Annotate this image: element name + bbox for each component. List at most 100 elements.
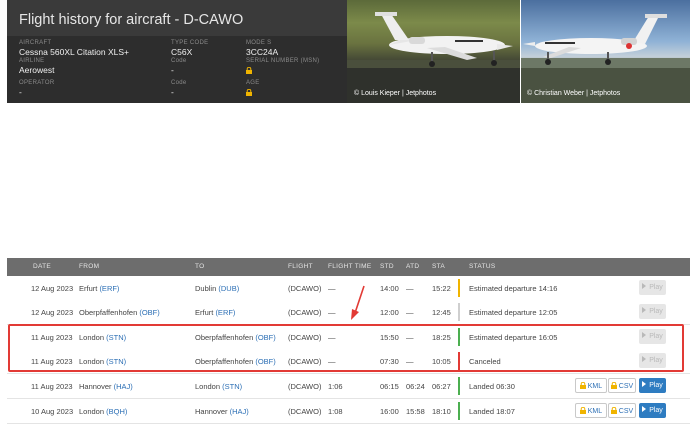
from-city: Hannover bbox=[79, 382, 112, 391]
row-date: 12 Aug 2023 bbox=[31, 284, 74, 293]
jet-illustration-1 bbox=[347, 12, 520, 103]
to-airport-link[interactable]: (HAJ) bbox=[230, 407, 249, 416]
play-button-disabled: Play bbox=[639, 280, 666, 295]
serial-label: SERIAL NUMBER (MSN) bbox=[246, 58, 320, 64]
col-flight-time[interactable]: FLIGHT TIME bbox=[328, 263, 372, 270]
age-lock[interactable] bbox=[246, 87, 260, 98]
to-city: Dublin bbox=[195, 284, 217, 293]
operator-cell: OPERATOR - bbox=[19, 80, 55, 98]
play-icon bbox=[642, 381, 647, 387]
operator-code-label: Code bbox=[171, 80, 187, 86]
csv-button[interactable]: CSV bbox=[608, 378, 636, 393]
row-flight: (DCAWO) bbox=[288, 284, 322, 293]
flight-row[interactable]: 10 Aug 2023 London (BQH) Hannover (HAJ) (DC… bbox=[7, 399, 690, 424]
row-from: London (BQH) bbox=[79, 407, 127, 416]
row-std: 06:15 bbox=[380, 382, 399, 391]
play-label: Play bbox=[649, 382, 663, 389]
flight-table-header: DATE FROM TO FLIGHT FLIGHT TIME STD ATD … bbox=[7, 258, 690, 276]
col-sta[interactable]: STA bbox=[432, 263, 445, 270]
play-button-disabled: Play bbox=[639, 304, 666, 319]
row-atd: — bbox=[406, 284, 414, 293]
col-to[interactable]: TO bbox=[195, 263, 205, 270]
play-button[interactable]: Play bbox=[639, 378, 666, 393]
col-std[interactable]: STD bbox=[380, 263, 394, 270]
age-cell: AGE bbox=[246, 80, 260, 98]
col-date[interactable]: DATE bbox=[33, 263, 51, 270]
row-to: Erfurt (ERF) bbox=[195, 308, 235, 317]
csv-label: CSV bbox=[618, 408, 634, 415]
photo-credit-2[interactable]: © Christian Weber | Jetphotos bbox=[527, 90, 620, 97]
row-std: 12:00 bbox=[380, 308, 399, 317]
lock-icon bbox=[610, 407, 617, 414]
col-flight[interactable]: FLIGHT bbox=[288, 263, 313, 270]
to-city: London bbox=[195, 382, 221, 391]
airline-code-value: - bbox=[171, 65, 174, 75]
page-title: Flight history for aircraft - D-CAWO bbox=[19, 12, 244, 28]
operator-code-cell: Code - bbox=[171, 80, 187, 98]
row-flight-time: — bbox=[328, 308, 336, 317]
from-airport-link[interactable]: (BQH) bbox=[106, 407, 127, 416]
serial-lock[interactable] bbox=[246, 65, 319, 76]
row-sta: 06:27 bbox=[432, 382, 451, 391]
to-city: Hannover bbox=[195, 407, 228, 416]
row-atd: 06:24 bbox=[406, 382, 425, 391]
row-to: London (STN) bbox=[195, 382, 242, 391]
operator-label: OPERATOR bbox=[19, 80, 55, 86]
play-label: Play bbox=[649, 407, 663, 414]
play-button[interactable]: Play bbox=[639, 403, 666, 418]
row-std: 16:00 bbox=[380, 407, 399, 416]
row-from: Hannover (HAJ) bbox=[79, 382, 133, 391]
row-flight-time: — bbox=[328, 284, 336, 293]
row-atd: — bbox=[406, 308, 414, 317]
row-date: 11 Aug 2023 bbox=[31, 382, 73, 391]
row-date: 12 Aug 2023 bbox=[31, 308, 74, 317]
row-std: 14:00 bbox=[380, 284, 399, 293]
play-icon bbox=[642, 307, 647, 313]
row-from: Oberpfaffenhofen (OBF) bbox=[79, 308, 160, 317]
kml-button[interactable]: KML bbox=[575, 378, 607, 393]
aircraft-label: AIRCRAFT bbox=[19, 40, 52, 46]
kml-label: KML bbox=[587, 383, 603, 390]
col-atd[interactable]: ATD bbox=[406, 263, 419, 270]
col-from[interactable]: FROM bbox=[79, 263, 99, 270]
row-status: Estimated departure 14:16 bbox=[469, 284, 558, 293]
serial-cell: SERIAL NUMBER (MSN) bbox=[246, 58, 319, 76]
play-icon bbox=[642, 406, 647, 412]
row-flight-time: 1:06 bbox=[328, 382, 343, 391]
flight-row[interactable]: 12 Aug 2023 Oberpfaffenhofen (OBF) Erfurt … bbox=[7, 300, 690, 325]
col-status[interactable]: STATUS bbox=[469, 263, 495, 270]
play-icon bbox=[642, 283, 647, 289]
from-airport-link[interactable]: (ERF) bbox=[99, 284, 119, 293]
row-flight: (DCAWO) bbox=[288, 308, 322, 317]
to-airport-link[interactable]: (ERF) bbox=[215, 308, 235, 317]
lock-icon bbox=[579, 407, 586, 414]
aircraft-photo-1[interactable]: © Louis Kieper | Jetphotos bbox=[347, 0, 520, 103]
play-label: Play bbox=[649, 308, 663, 315]
type-code-label: TYPE CODE bbox=[171, 40, 209, 46]
airline-label: AIRLINE bbox=[19, 58, 45, 64]
photo-credit-1[interactable]: © Louis Kieper | Jetphotos bbox=[354, 90, 436, 97]
type-code-value: C56X bbox=[171, 47, 193, 57]
aircraft-header: Flight history for aircraft - D-CAWO AIR… bbox=[7, 0, 347, 103]
flight-row[interactable]: 12 Aug 2023 Erfurt (ERF) Dublin (DUB) (DCAW… bbox=[7, 276, 690, 301]
lock-icon bbox=[246, 89, 252, 96]
age-label: AGE bbox=[246, 80, 260, 86]
aircraft-photo-2[interactable]: © Christian Weber | Jetphotos bbox=[521, 0, 690, 103]
kml-button[interactable]: KML bbox=[575, 403, 607, 418]
from-city: Oberpfaffenhofen bbox=[79, 308, 138, 317]
to-airport-link[interactable]: (STN) bbox=[222, 382, 242, 391]
to-city: Erfurt bbox=[195, 308, 214, 317]
row-date: 10 Aug 2023 bbox=[31, 407, 74, 416]
from-airport-link[interactable]: (HAJ) bbox=[114, 382, 133, 391]
row-to: Hannover (HAJ) bbox=[195, 407, 249, 416]
csv-button[interactable]: CSV bbox=[608, 403, 636, 418]
to-airport-link[interactable]: (DUB) bbox=[218, 284, 239, 293]
jet-illustration-2 bbox=[521, 14, 690, 103]
airline-code-label: Code bbox=[171, 58, 187, 64]
row-sta: 12:45 bbox=[432, 308, 451, 317]
status-indicator bbox=[458, 303, 460, 321]
aircraft-value: Cessna 560XL Citation XLS+ bbox=[19, 47, 130, 57]
flight-row[interactable]: 11 Aug 2023 Hannover (HAJ) London (STN) (DC… bbox=[7, 374, 690, 399]
from-airport-link[interactable]: (OBF) bbox=[139, 308, 159, 317]
row-atd: 15:58 bbox=[406, 407, 425, 416]
